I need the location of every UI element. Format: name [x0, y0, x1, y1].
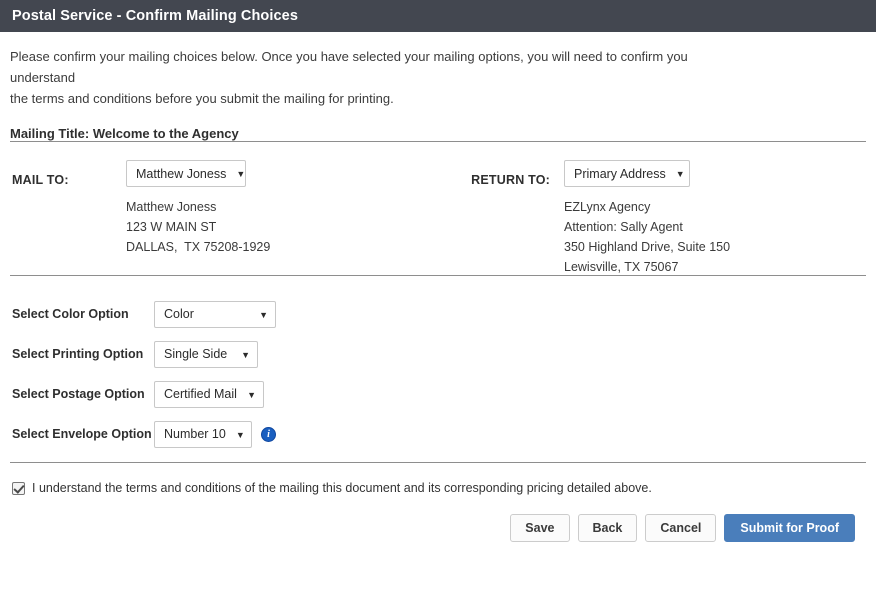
terms-text: I understand the terms and conditions of…	[32, 481, 652, 495]
submit-for-proof-button[interactable]: Submit for Proof	[724, 514, 855, 542]
option-row-envelope: Select Envelope Option Number 10 ▼ i	[10, 414, 866, 454]
return-to-select[interactable]: Primary Address ▼	[564, 160, 690, 187]
window-title-bar: Postal Service - Confirm Mailing Choices	[0, 0, 876, 32]
address-line: Lewisville, TX 75067	[564, 260, 679, 274]
back-button[interactable]: Back	[577, 514, 638, 542]
color-option-select[interactable]: Color ▼	[154, 300, 276, 328]
mail-to-label: MAIL TO:	[12, 173, 69, 187]
terms-agreement-row: I understand the terms and conditions of…	[10, 481, 866, 495]
mail-to-block: MAIL TO: Matthew Joness ▼ Matthew Joness…	[12, 160, 270, 257]
return-to-label: RETURN TO:	[471, 173, 550, 187]
chevron-down-icon: ▼	[235, 429, 245, 440]
mail-to-select[interactable]: Matthew Joness ▼	[126, 160, 246, 187]
address-line: Attention: Sally Agent	[564, 220, 683, 234]
address-section: MAIL TO: Matthew Joness ▼ Matthew Joness…	[10, 142, 866, 275]
chevron-down-icon: ▼	[247, 389, 256, 400]
option-row-printing: Select Printing Option Single Side ▼	[10, 334, 866, 374]
address-line: EZLynx Agency	[564, 200, 651, 214]
address-line: DALLAS, TX 75208-1929	[126, 240, 271, 254]
option-row-color: Select Color Option Color ▼	[10, 294, 866, 334]
page-content: Please confirm your mailing choices belo…	[0, 46, 876, 542]
mail-to-address: Matthew Joness 123 W MAIN ST DALLAS, TX …	[126, 197, 270, 257]
intro-line-1: Please confirm your mailing choices belo…	[10, 49, 688, 85]
terms-checkbox[interactable]	[12, 481, 25, 495]
envelope-option-label: Select Envelope Option	[12, 427, 152, 441]
mail-to-select-value: Matthew Joness	[136, 166, 227, 181]
mailing-title: Mailing Title: Welcome to the Agency	[10, 126, 239, 141]
postage-option-label: Select Postage Option	[12, 387, 145, 401]
info-icon[interactable]: i	[261, 426, 276, 442]
cancel-button[interactable]: Cancel	[645, 514, 717, 542]
action-button-bar: Save Back Cancel Submit for Proof	[10, 514, 866, 542]
return-to-block: RETURN TO: Primary Address ▼ EZLynx Agen…	[452, 160, 730, 277]
save-button[interactable]: Save	[510, 514, 570, 542]
window-title: Postal Service - Confirm Mailing Choices	[12, 8, 299, 24]
address-line: Matthew Joness	[126, 200, 217, 214]
printing-option-select[interactable]: Single Side ▼	[154, 340, 258, 368]
envelope-option-value: Number 10	[164, 427, 226, 441]
color-option-label: Select Color Option	[12, 307, 129, 321]
chevron-down-icon: ▼	[241, 349, 250, 360]
printing-option-value: Single Side	[164, 347, 228, 361]
option-row-postage: Select Postage Option Certified Mail ▼	[10, 374, 866, 414]
envelope-option-select[interactable]: Number 10 ▼	[154, 420, 252, 448]
intro-line-2: the terms and conditions before you subm…	[10, 91, 394, 106]
address-line: 350 Highland Drive, Suite 150	[564, 240, 731, 254]
return-to-select-value: Primary Address	[574, 166, 666, 181]
mailing-options-section: Select Color Option Color ▼ Select Print…	[10, 276, 866, 462]
intro-text: Please confirm your mailing choices belo…	[10, 46, 740, 109]
divider-bottom	[10, 462, 866, 463]
chevron-down-icon: ▼	[259, 309, 268, 320]
chevron-down-icon: ▼	[236, 169, 246, 179]
postage-option-value: Certified Mail	[164, 387, 237, 401]
return-to-address: EZLynx Agency Attention: Sally Agent 350…	[564, 197, 730, 277]
address-line: 123 W MAIN ST	[126, 220, 217, 234]
printing-option-label: Select Printing Option	[12, 347, 144, 361]
chevron-down-icon: ▼	[675, 169, 685, 179]
color-option-value: Color	[164, 307, 194, 321]
postage-option-select[interactable]: Certified Mail ▼	[154, 380, 264, 408]
